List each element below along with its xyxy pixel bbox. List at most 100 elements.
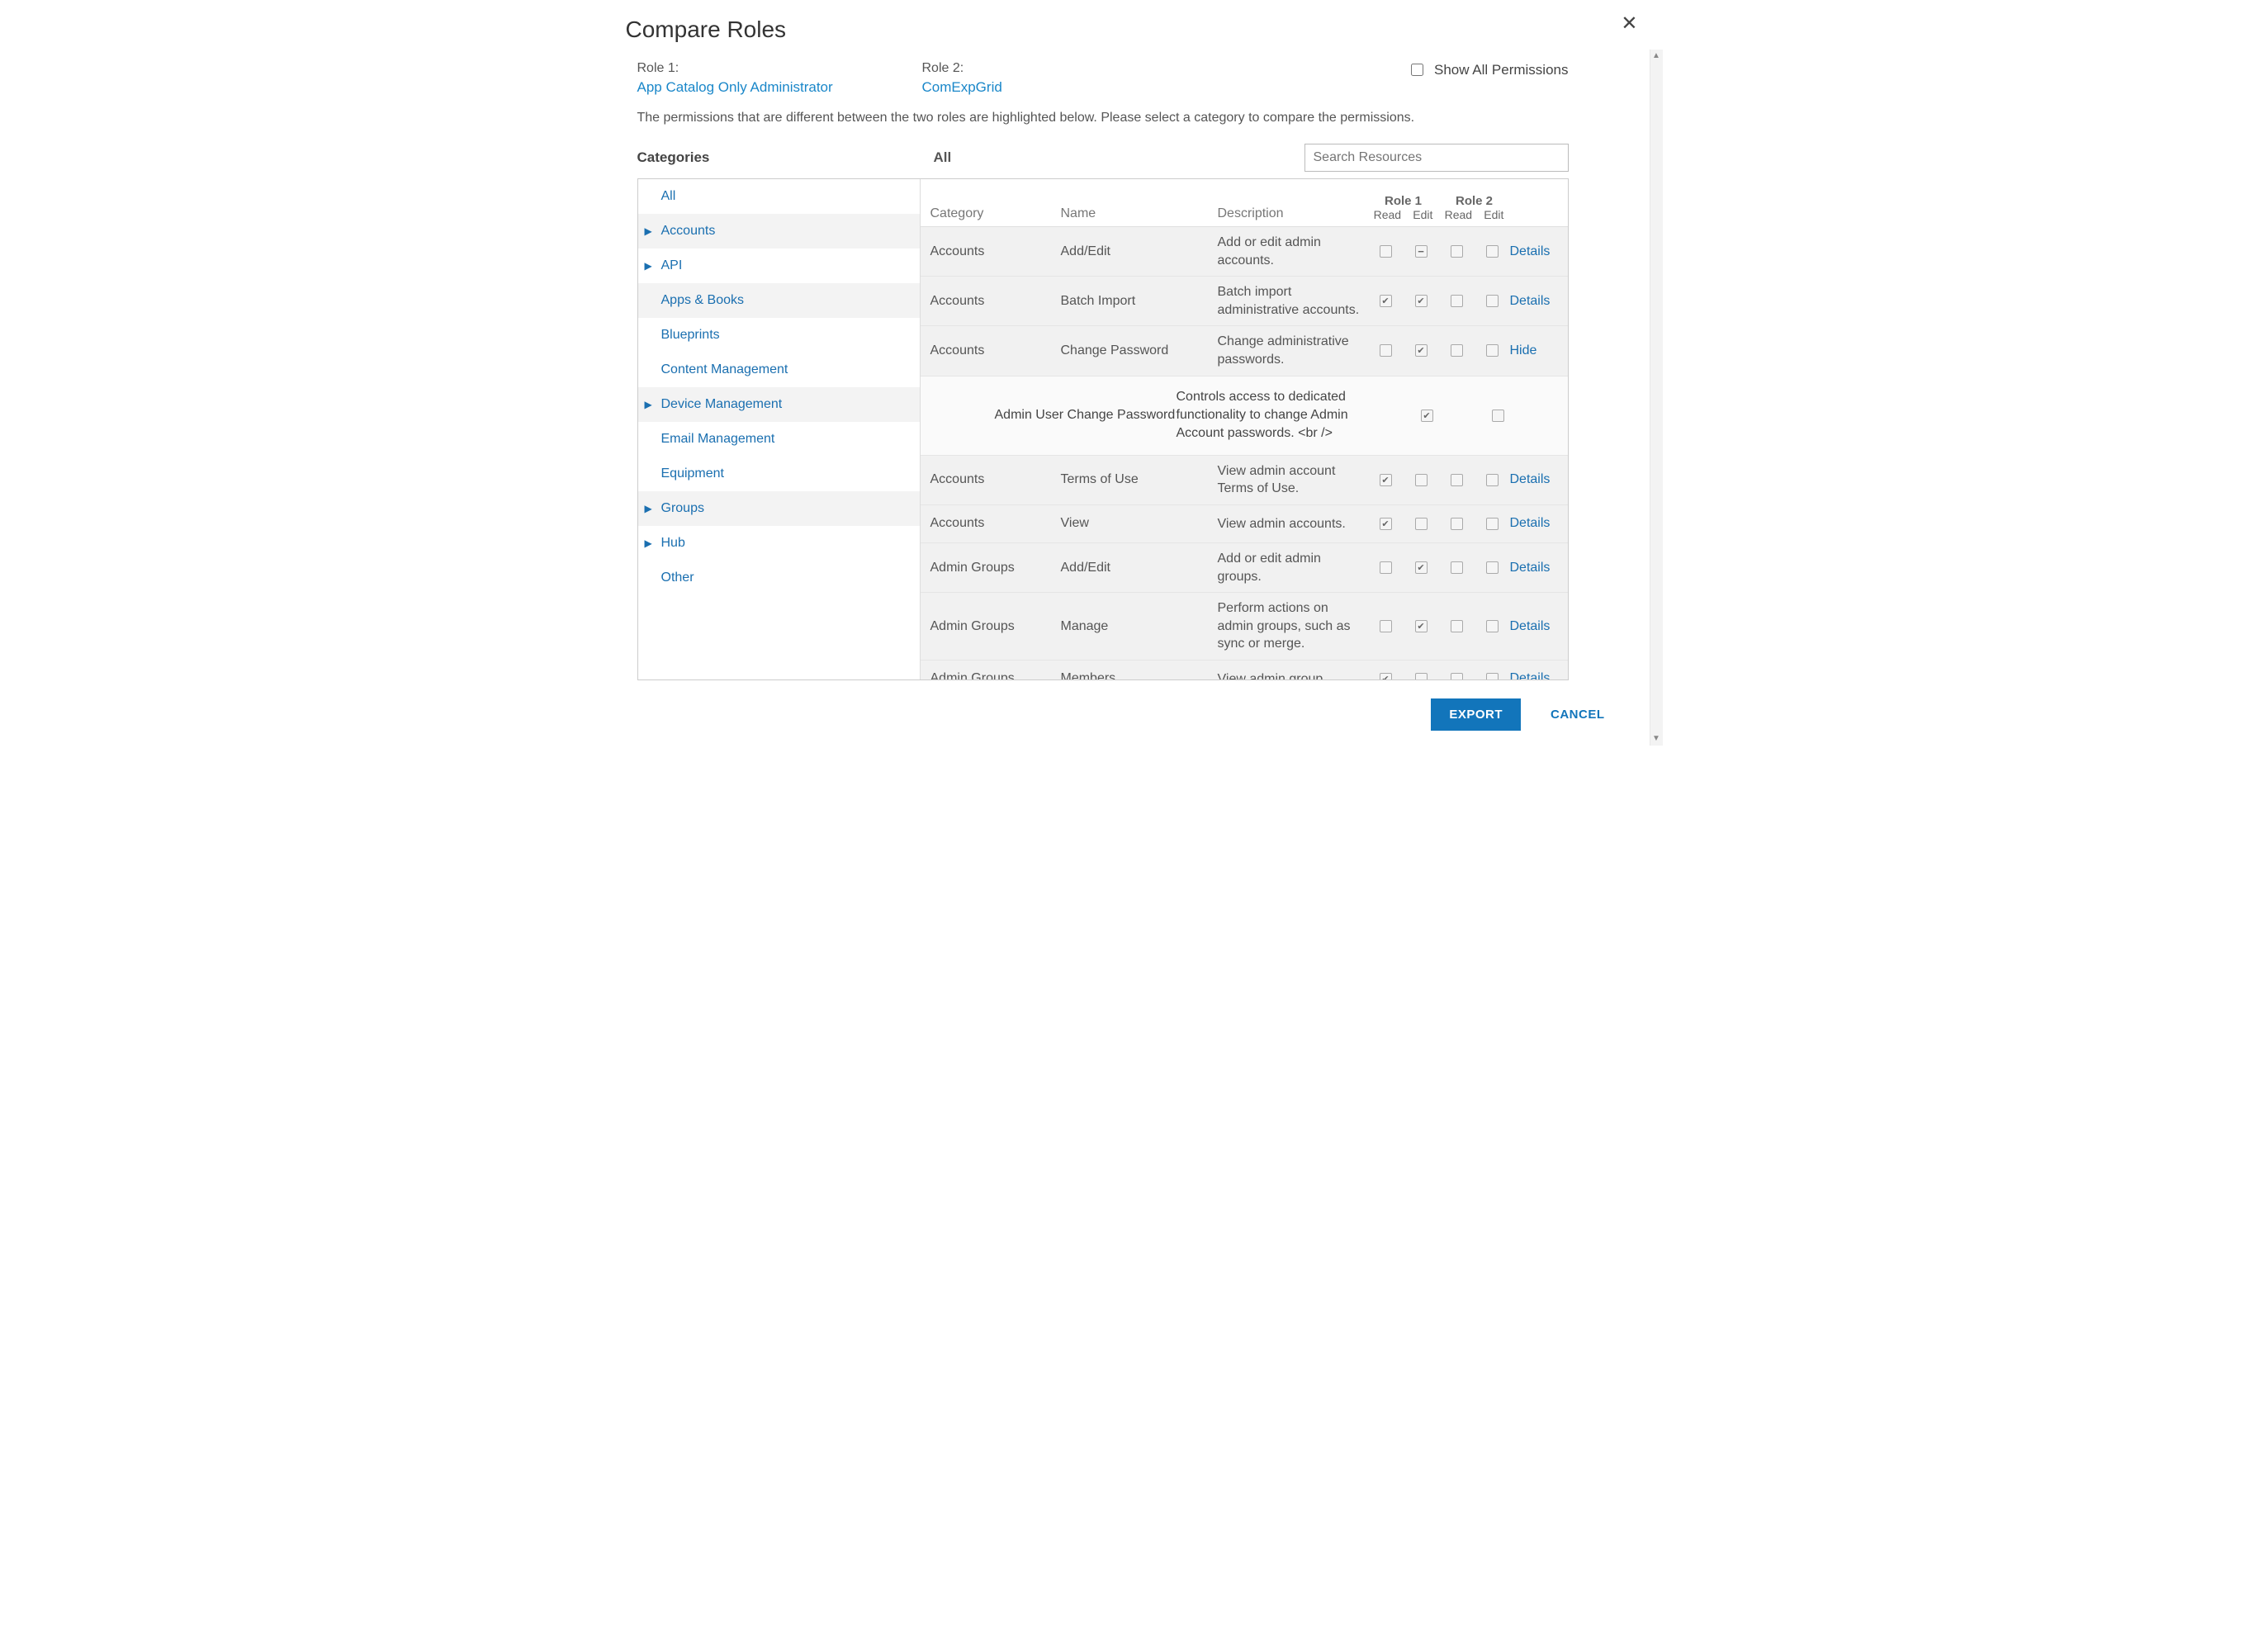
show-all-checkbox[interactable] (1411, 64, 1423, 76)
category-label: Apps & Books (661, 293, 745, 308)
row-category: Accounts (921, 244, 1061, 259)
permission-checkbox[interactable] (1415, 245, 1428, 258)
show-all-permissions[interactable]: Show All Permissions (1408, 61, 1643, 78)
col-role2: Role 2 Read Edit (1439, 194, 1510, 221)
row-checks (1368, 474, 1510, 486)
role1-name[interactable]: App Catalog Only Administrator (637, 79, 911, 96)
permission-checkbox[interactable] (1415, 344, 1428, 357)
col-role1: Role 1 Read Edit (1368, 194, 1439, 221)
permission-checkbox[interactable] (1415, 673, 1428, 679)
row-category: Admin Groups (921, 671, 1061, 679)
row-checks (1368, 245, 1510, 258)
category-label: Groups (661, 501, 704, 516)
permission-checkbox[interactable] (1451, 620, 1463, 632)
permission-checkbox[interactable] (1486, 474, 1499, 486)
dialog-scrollbar[interactable]: ▲ ▼ (1650, 50, 1663, 746)
permission-checkbox[interactable] (1451, 474, 1463, 486)
compare-roles-dialog: ✕ Compare Roles Role 1: App Catalog Only… (606, 0, 1663, 746)
category-item[interactable]: Blueprints (638, 318, 920, 353)
details-link[interactable]: Details (1510, 516, 1568, 531)
category-label: Other (661, 571, 694, 585)
roles-row: Role 1: App Catalog Only Administrator R… (626, 61, 1643, 96)
permission-checkbox[interactable] (1380, 673, 1392, 679)
categories-list[interactable]: All▶Accounts▶API Apps & Books Blueprints Co… (638, 179, 921, 679)
role1-label: Role 1: (637, 61, 911, 76)
category-item[interactable]: ▶API (638, 249, 920, 283)
permission-checkbox[interactable] (1451, 561, 1463, 574)
permission-checkbox[interactable] (1486, 620, 1499, 632)
category-item[interactable]: ▶Device Management (638, 387, 920, 422)
permission-checkbox[interactable] (1380, 344, 1392, 357)
permission-checkbox[interactable] (1451, 344, 1463, 357)
category-item[interactable]: Apps & Books (638, 283, 920, 318)
export-button[interactable]: EXPORT (1431, 698, 1521, 731)
row-category: Accounts (921, 516, 1061, 531)
row-name: Add/Edit (1061, 561, 1218, 575)
details-link[interactable]: Details (1510, 294, 1568, 309)
permission-checkbox[interactable] (1380, 474, 1392, 486)
detail-description: Controls access to dedicated functionali… (1177, 388, 1368, 443)
scroll-down-icon[interactable]: ▼ (1650, 732, 1663, 746)
table-row: Admin User Change PasswordControls acces… (921, 376, 1568, 456)
category-item[interactable]: ▶Accounts (638, 214, 920, 249)
row-description: Add or edit admin groups. (1218, 550, 1368, 585)
detail-name: Admin User Change Password (995, 408, 1177, 423)
permission-checkbox[interactable] (1421, 410, 1433, 422)
scroll-up-icon[interactable]: ▲ (1650, 50, 1663, 63)
category-item[interactable]: ▶ Groups (638, 491, 920, 526)
cancel-button[interactable]: CANCEL (1546, 707, 1610, 722)
search-wrap (1304, 144, 1569, 172)
detail-checks (1368, 410, 1510, 422)
permission-checkbox[interactable] (1486, 518, 1499, 530)
details-link[interactable]: Details (1510, 619, 1568, 634)
search-input[interactable] (1304, 144, 1569, 172)
row-name: Batch Import (1061, 294, 1218, 309)
permission-checkbox[interactable] (1451, 673, 1463, 679)
category-label: Content Management (661, 362, 788, 377)
details-link[interactable]: Details (1510, 244, 1568, 259)
row-description: View admin accounts. (1218, 515, 1368, 533)
permission-checkbox[interactable] (1451, 518, 1463, 530)
permission-checkbox[interactable] (1380, 295, 1392, 307)
role2-name[interactable]: ComExpGrid (922, 79, 1196, 96)
permission-checkbox[interactable] (1415, 518, 1428, 530)
category-item[interactable]: Content Management (638, 353, 920, 387)
permission-checkbox[interactable] (1486, 295, 1499, 307)
comparison-body: All▶Accounts▶APIApps & BooksBlueprintsCo… (637, 178, 1569, 680)
permission-checkbox[interactable] (1380, 561, 1392, 574)
row-description: Batch import administrative accounts. (1218, 283, 1368, 319)
permission-checkbox[interactable] (1486, 673, 1499, 679)
category-item[interactable]: Email Management (638, 422, 920, 457)
permission-checkbox[interactable] (1492, 410, 1504, 422)
category-item[interactable]: ▶Hub (638, 526, 920, 561)
hide-link[interactable]: Hide (1510, 343, 1568, 358)
details-link[interactable]: Details (1510, 472, 1568, 487)
permission-checkbox[interactable] (1451, 245, 1463, 258)
permission-checkbox[interactable] (1486, 561, 1499, 574)
details-link[interactable]: Details (1510, 671, 1568, 679)
permission-checkbox[interactable] (1415, 620, 1428, 632)
row-checks (1368, 344, 1510, 357)
category-item[interactable]: Equipment (638, 457, 920, 491)
permission-checkbox[interactable] (1380, 518, 1392, 530)
permission-checkbox[interactable] (1451, 295, 1463, 307)
permission-checkbox[interactable] (1415, 474, 1428, 486)
role2-label: Role 2: (922, 61, 1196, 76)
row-category: Accounts (921, 294, 1061, 309)
permission-checkbox[interactable] (1486, 344, 1499, 357)
permission-checkbox[interactable] (1486, 245, 1499, 258)
permission-checkbox[interactable] (1415, 295, 1428, 307)
chevron-right-icon: ▶ (645, 399, 652, 410)
category-item[interactable]: Other (638, 561, 920, 595)
row-checks (1368, 561, 1510, 574)
permission-checkbox[interactable] (1380, 620, 1392, 632)
grid-scroll[interactable]: AccountsAdd/EditAdd or edit admin accoun… (921, 227, 1568, 679)
close-button[interactable]: ✕ (1616, 13, 1642, 35)
chevron-right-icon: ▶ (645, 503, 652, 514)
col-role1-edit: Edit (1413, 208, 1432, 221)
permission-checkbox[interactable] (1380, 245, 1392, 258)
permission-checkbox[interactable] (1415, 561, 1428, 574)
row-checks (1368, 673, 1510, 679)
category-item[interactable]: All (638, 179, 920, 214)
details-link[interactable]: Details (1510, 561, 1568, 575)
